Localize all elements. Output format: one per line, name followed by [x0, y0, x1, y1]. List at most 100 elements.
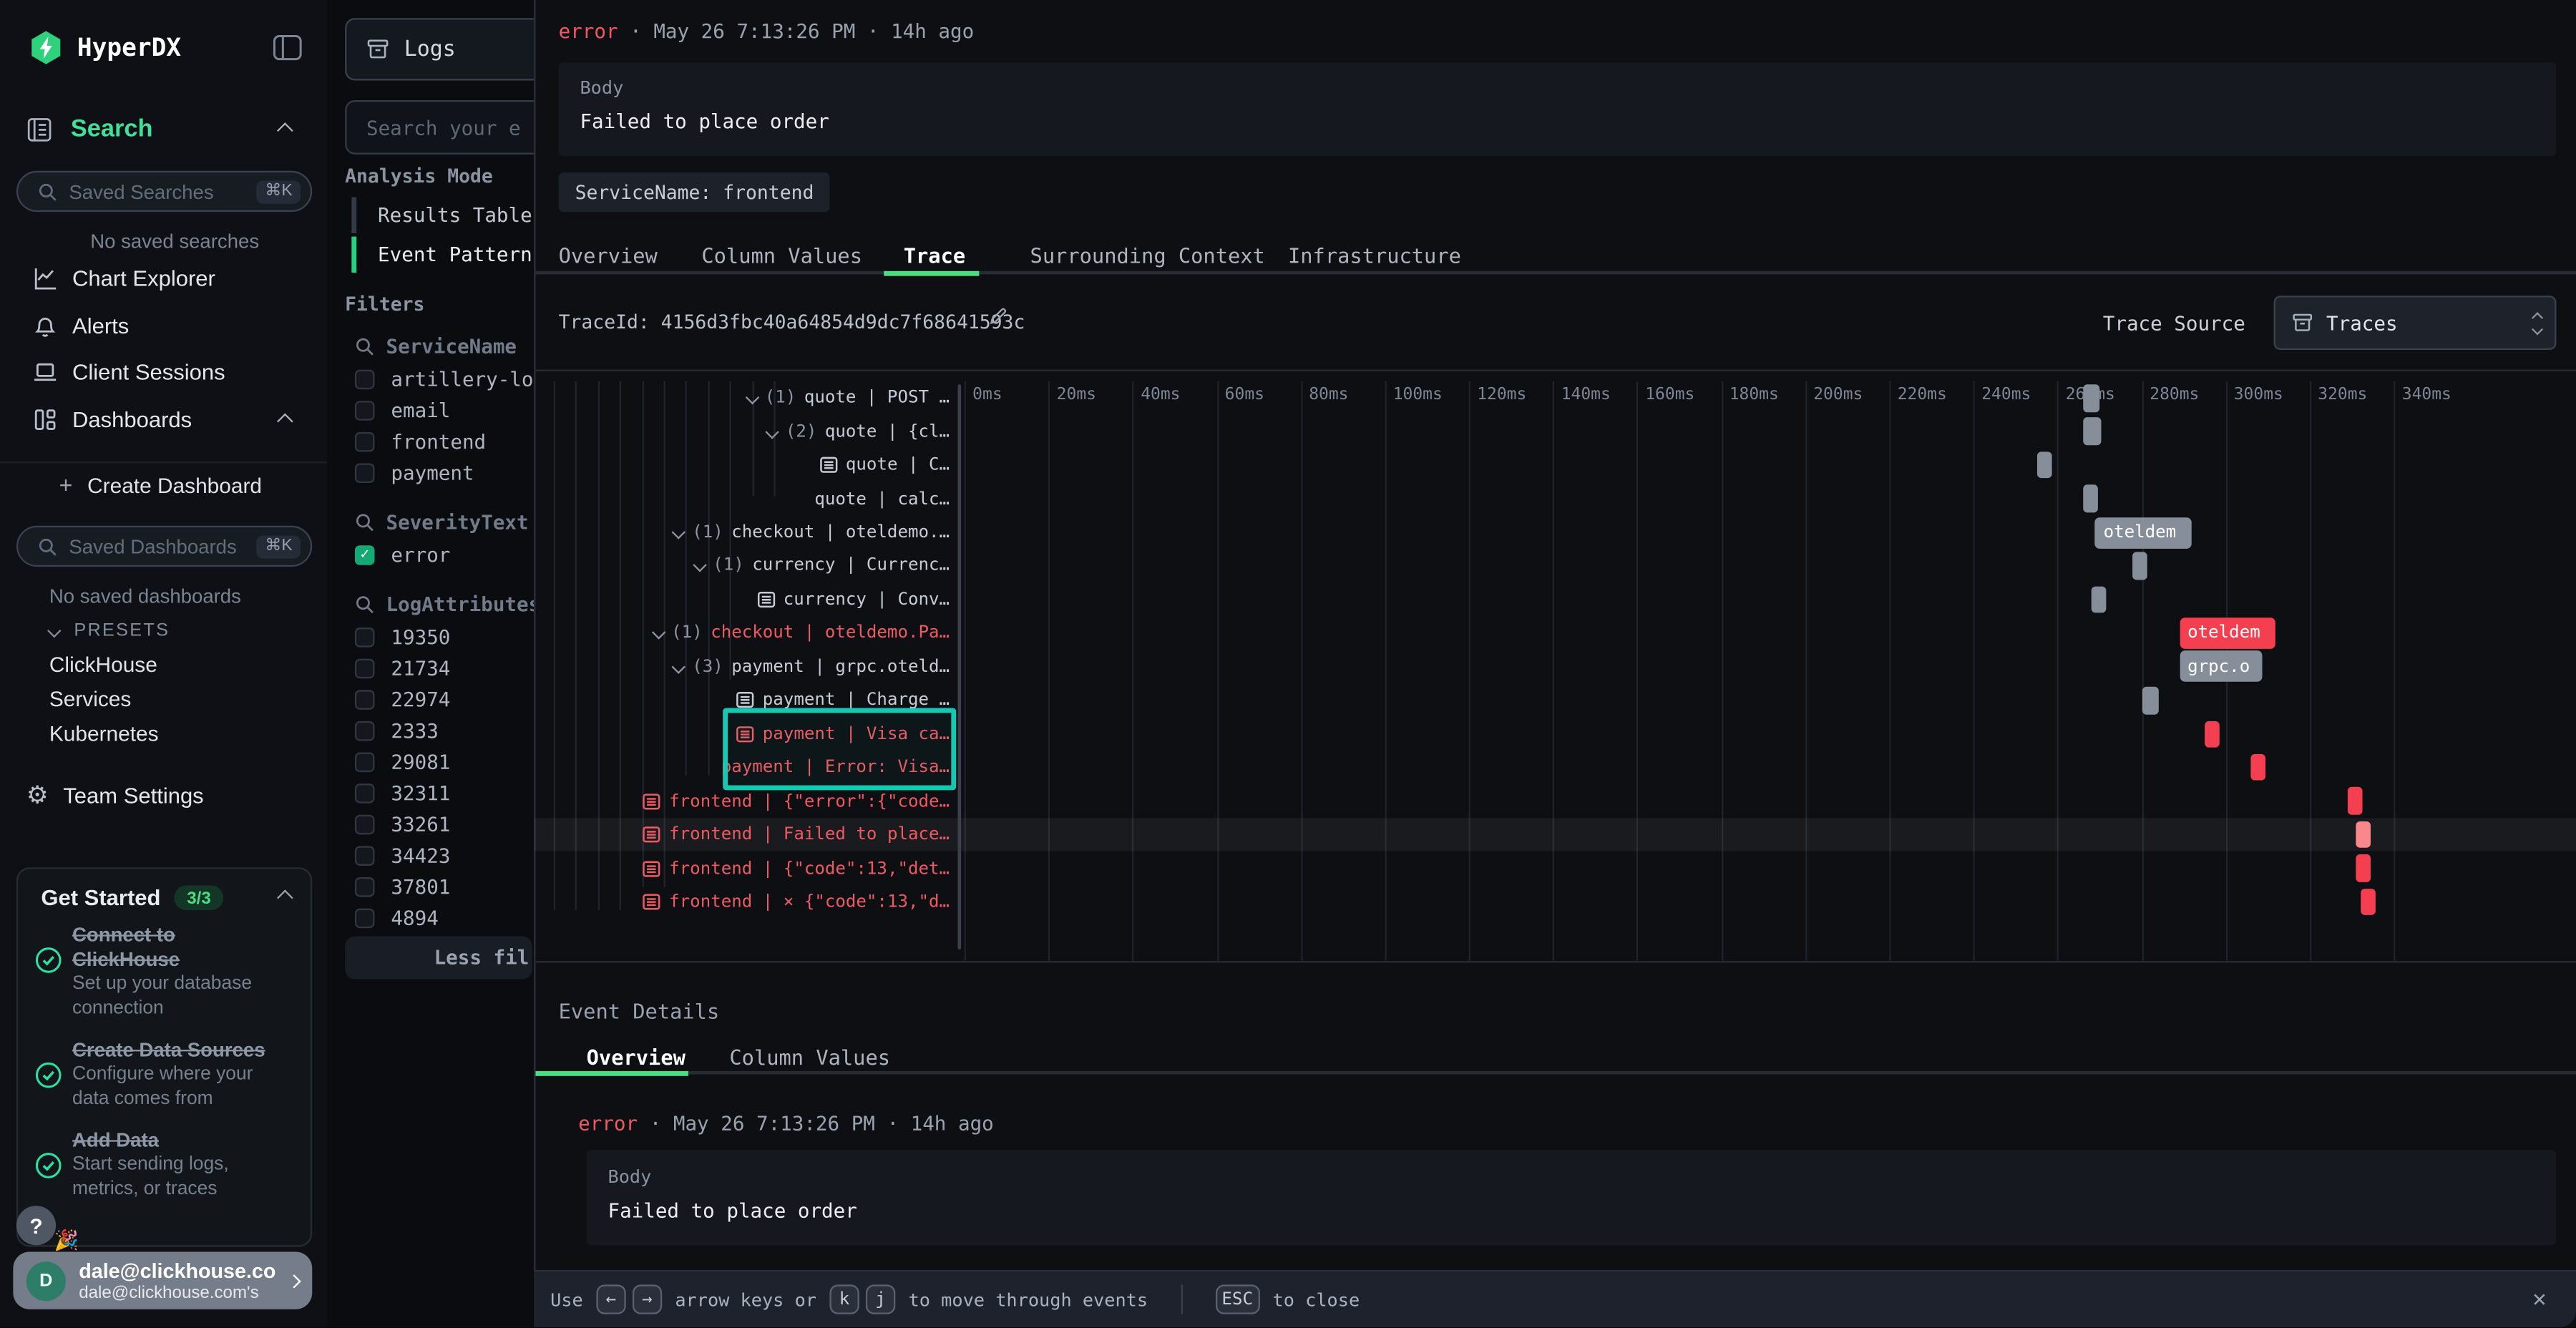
- span-row[interactable]: (1)quote | POST …: [534, 381, 2576, 415]
- help-button[interactable]: ?: [16, 1206, 56, 1245]
- sidebar-item-client-sessions[interactable]: Client Sessions: [0, 351, 327, 391]
- checkbox[interactable]: [355, 370, 375, 390]
- tab-column-values[interactable]: Column Values: [701, 243, 862, 268]
- span-bar[interactable]: [2083, 384, 2099, 411]
- span-bar[interactable]: [2205, 721, 2220, 748]
- sidebar-item-chart-explorer[interactable]: Chart Explorer: [0, 258, 327, 297]
- span-label[interactable]: currency | Conv…: [534, 582, 950, 616]
- span-row[interactable]: quote | C…: [534, 449, 2576, 482]
- chevron-down-icon[interactable]: [768, 421, 778, 441]
- span-label[interactable]: quote | calc…: [534, 482, 950, 515]
- span-bar[interactable]: [2142, 687, 2158, 714]
- filter-option-33261[interactable]: 33261: [355, 813, 450, 836]
- span-row[interactable]: frontend | {"code":13,"det…: [534, 851, 2576, 885]
- close-icon[interactable]: ✕: [2532, 1286, 2546, 1313]
- span-label[interactable]: (2)quote | {cl…: [534, 415, 950, 449]
- tab-surrounding-context[interactable]: Surrounding Context: [1030, 243, 1265, 268]
- filter-option-19350[interactable]: 19350: [355, 626, 450, 649]
- checkbox[interactable]: ✓: [355, 545, 375, 565]
- search-icon[interactable]: [355, 512, 375, 532]
- less-filters-button[interactable]: Less fil: [345, 937, 532, 980]
- checkbox[interactable]: [355, 721, 375, 741]
- source-select[interactable]: Logs: [345, 18, 534, 80]
- filter-option-error[interactable]: ✓error: [355, 544, 450, 567]
- span-row[interactable]: (1)checkout | oteldemo.… oteldem: [534, 515, 2576, 549]
- checkbox[interactable]: [355, 628, 375, 648]
- span-row[interactable]: currency | Conv…: [534, 582, 2576, 616]
- search-icon[interactable]: [355, 337, 375, 357]
- event-details-tab-overview[interactable]: Overview: [587, 1045, 686, 1069]
- service-name-chip[interactable]: ServiceName: frontend: [559, 172, 831, 212]
- checkbox[interactable]: [355, 659, 375, 679]
- checkbox[interactable]: [355, 783, 375, 804]
- get-started-item[interactable]: Create Data SourcesConfigure where your …: [24, 1038, 294, 1112]
- span-bar[interactable]: [2348, 788, 2363, 815]
- filter-option-37801[interactable]: 37801: [355, 876, 450, 899]
- checkbox[interactable]: [355, 815, 375, 835]
- filter-option-22974[interactable]: 22974: [355, 688, 450, 711]
- chevron-down-icon[interactable]: [747, 388, 757, 408]
- span-bar[interactable]: [2356, 855, 2371, 882]
- span-bar[interactable]: [2360, 889, 2375, 916]
- span-label[interactable]: frontend | {"code":13,"det…: [534, 851, 950, 885]
- checkbox[interactable]: [355, 432, 375, 452]
- span-bar[interactable]: grpc.o: [2180, 651, 2263, 683]
- filter-option-frontend[interactable]: frontend: [355, 431, 486, 454]
- get-started-item[interactable]: Add DataStart sending logs, metrics, or …: [24, 1128, 294, 1202]
- span-label[interactable]: frontend | × {"code":13,"d…: [534, 885, 950, 919]
- chevron-down-icon[interactable]: [674, 657, 684, 677]
- span-bar[interactable]: oteldem: [2180, 617, 2276, 649]
- saved-searches-input[interactable]: Saved Searches ⌘K: [16, 171, 312, 212]
- span-bar[interactable]: [2356, 821, 2371, 849]
- saved-dashboards-input[interactable]: Saved Dashboards ⌘K: [16, 526, 312, 567]
- span-row[interactable]: frontend | Failed to place…: [534, 818, 2576, 851]
- search-collapse-chevron-icon[interactable]: [277, 122, 293, 139]
- filter-option-payment[interactable]: payment: [355, 462, 474, 484]
- span-bar[interactable]: [2133, 552, 2148, 580]
- user-menu[interactable]: D dale@clickhouse.com dale@clickhouse.co…: [13, 1251, 312, 1309]
- presets-toggle[interactable]: PRESETS: [49, 621, 170, 641]
- span-row[interactable]: (2)quote | {cl…: [534, 415, 2576, 449]
- create-dashboard-button[interactable]: + Create Dashboard: [0, 465, 327, 504]
- preset-item-services[interactable]: Services: [49, 687, 131, 711]
- trace-source-select[interactable]: Traces: [2274, 296, 2557, 350]
- checkbox[interactable]: [355, 909, 375, 929]
- span-bar[interactable]: [2251, 754, 2266, 781]
- sidebar-item-dashboards[interactable]: Dashboards: [0, 399, 327, 439]
- event-search-input[interactable]: Search your e: [345, 100, 534, 155]
- span-bar[interactable]: oteldem: [2095, 517, 2192, 548]
- span-row[interactable]: (1)currency | Currenc…: [534, 549, 2576, 582]
- tree-scrollbar[interactable]: [958, 384, 962, 949]
- tab-trace[interactable]: Trace: [904, 243, 965, 268]
- filter-option-29081[interactable]: 29081: [355, 751, 450, 773]
- filter-option-email[interactable]: email: [355, 399, 450, 422]
- team-settings-button[interactable]: ⚙ Team Settings: [0, 776, 327, 815]
- filter-option-32311[interactable]: 32311: [355, 782, 450, 805]
- sidebar-item-alerts[interactable]: Alerts: [0, 306, 327, 345]
- get-started-collapse-icon[interactable]: [277, 889, 293, 906]
- span-label[interactable]: (1)checkout | oteldemo.Pa…: [534, 616, 950, 650]
- span-label[interactable]: (3)payment | grpc.oteld…: [534, 650, 950, 683]
- span-bar[interactable]: [2091, 586, 2106, 613]
- analysis-mode-event-patterns[interactable]: Event Patterns: [351, 237, 534, 273]
- checkbox[interactable]: [355, 401, 375, 421]
- chevron-down-icon[interactable]: [695, 556, 705, 576]
- checkbox[interactable]: [355, 463, 375, 483]
- analysis-mode-results-table[interactable]: Results Table: [351, 197, 532, 234]
- preset-item-kubernetes[interactable]: Kubernetes: [49, 721, 159, 746]
- checkbox[interactable]: [355, 846, 375, 866]
- search-icon[interactable]: [355, 595, 375, 615]
- span-label[interactable]: (1)quote | POST …: [534, 381, 950, 415]
- span-label[interactable]: (1)checkout | oteldemo.…: [534, 515, 950, 549]
- checkbox[interactable]: [355, 753, 375, 773]
- preset-item-clickhouse[interactable]: ClickHouse: [49, 652, 157, 676]
- tab-infrastructure[interactable]: Infrastructure: [1288, 243, 1461, 268]
- chevron-down-icon[interactable]: [674, 522, 684, 542]
- event-details-tab-column-values[interactable]: Column Values: [729, 1045, 890, 1069]
- chevron-down-icon[interactable]: [653, 623, 663, 643]
- filter-option-21734[interactable]: 21734: [355, 657, 450, 680]
- sidebar-collapse-icon[interactable]: [273, 34, 302, 61]
- span-label[interactable]: frontend | Failed to place…: [534, 818, 950, 851]
- span-label[interactable]: quote | C…: [534, 449, 950, 482]
- filter-option-4894[interactable]: 4894: [355, 907, 439, 929]
